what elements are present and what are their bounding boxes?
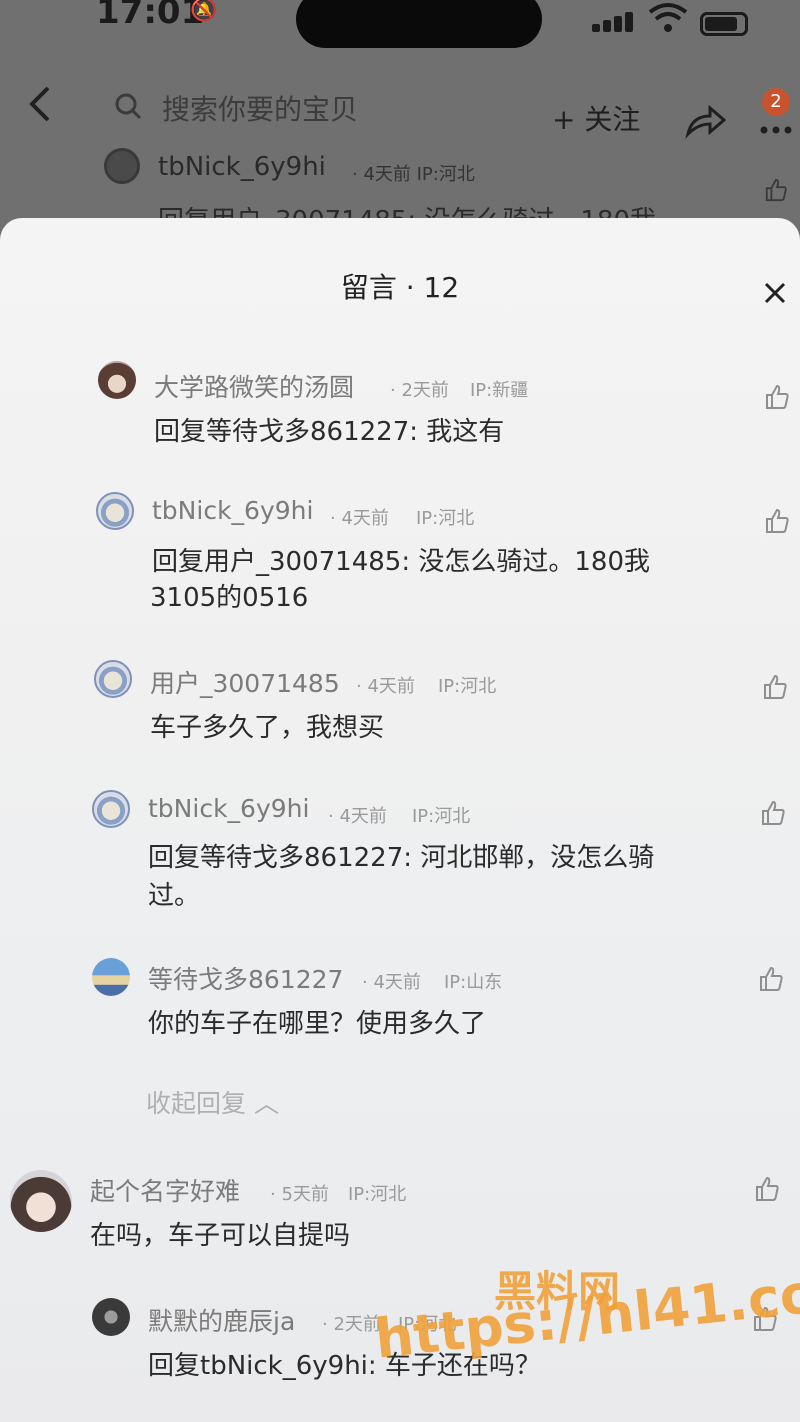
like-icon[interactable] <box>764 508 790 534</box>
avatar[interactable] <box>96 492 134 530</box>
like-icon[interactable] <box>764 178 788 202</box>
comment-text-line2: 3105的0516 <box>150 583 309 613</box>
search-bar[interactable]: 搜索你要的宝贝 <box>100 80 430 134</box>
comment-text: 在吗，车子可以自提吗 <box>90 1221 351 1251</box>
comment-time: · 2天前 <box>390 380 449 401</box>
avatar[interactable] <box>98 361 136 399</box>
cellular-signal-icon <box>592 6 636 32</box>
status-time: 17:01 <box>96 0 205 32</box>
avatar[interactable] <box>92 1298 130 1336</box>
comment-author[interactable]: tbNick_6y9hi <box>152 496 313 525</box>
share-icon[interactable] <box>684 100 726 140</box>
status-bar: 17:01 🔕 <box>0 0 800 50</box>
like-icon[interactable] <box>760 800 786 826</box>
avatar <box>104 148 140 184</box>
comment-ip: IP:山东 <box>444 972 503 993</box>
comment-ip: IP:河北 <box>348 1184 407 1205</box>
search-icon <box>115 93 142 120</box>
comment-text: 回复等待戈多861227: 我这有 <box>154 417 505 447</box>
avatar[interactable] <box>94 660 132 698</box>
comment-text-line2: 过。 <box>148 881 201 911</box>
search-placeholder: 搜索你要的宝贝 <box>162 93 359 126</box>
sheet-title: 留言 · 12 <box>340 271 460 304</box>
comment-author[interactable]: 等待戈多861227 <box>148 960 343 996</box>
comments-sheet: 留言 · 12 大学路微笑的汤圆 · 2天前 IP:新疆 回复等待戈多86122… <box>0 218 800 1422</box>
comment-author[interactable]: 大学路微笑的汤圆 <box>154 368 354 404</box>
dynamic-island <box>296 0 542 48</box>
comment-time: · 4天前 <box>362 972 421 993</box>
avatar[interactable] <box>92 958 130 996</box>
comment-text: 回复用户_30071485: 没怎么骑过。180我 <box>152 547 650 577</box>
comment-text: 车子多久了，我想买 <box>150 713 385 743</box>
comment-author[interactable]: 起个名字好难 <box>90 1172 240 1208</box>
follow-button[interactable]: + 关注 <box>552 98 640 138</box>
comment-ip: IP:新疆 <box>470 380 529 401</box>
comment-ip: IP:河北 <box>416 508 475 529</box>
collapse-replies-link[interactable]: 收起回复 ︿ <box>146 1084 279 1120</box>
like-icon[interactable] <box>758 966 784 992</box>
comment-ip: IP:河北 <box>438 676 497 697</box>
comment-meta: · 4天前 IP:河北 <box>352 164 475 185</box>
comment-author[interactable]: 默默的鹿辰ja <box>148 1302 295 1338</box>
comment-time: · 4天前 <box>328 806 387 827</box>
wifi-icon <box>648 3 688 32</box>
comment-time: · 5天前 <box>270 1184 329 1205</box>
comment-author: tbNick_6y9hi <box>158 152 326 182</box>
battery-icon <box>700 12 748 36</box>
comment-time: · 4天前 <box>356 676 415 697</box>
like-icon[interactable] <box>762 674 788 700</box>
notification-badge: 2 <box>762 88 790 116</box>
mute-bell-icon: 🔕 <box>190 0 218 23</box>
comment-author[interactable]: tbNick_6y9hi <box>148 794 309 823</box>
comment-ip: IP:河北 <box>412 806 471 827</box>
comment-text: 回复等待戈多861227: 河北邯郸，没怎么骑 <box>148 843 655 873</box>
close-icon[interactable] <box>762 280 788 306</box>
back-arrow-icon[interactable] <box>26 84 54 124</box>
avatar[interactable] <box>10 1170 72 1232</box>
comment-text: 你的车子在哪里？使用多久了 <box>148 1009 487 1039</box>
like-icon[interactable] <box>754 1176 780 1202</box>
avatar[interactable] <box>92 790 130 828</box>
like-icon[interactable] <box>764 384 790 410</box>
comment-time: · 4天前 <box>330 508 389 529</box>
comment-author[interactable]: 用户_30071485 <box>150 664 340 700</box>
